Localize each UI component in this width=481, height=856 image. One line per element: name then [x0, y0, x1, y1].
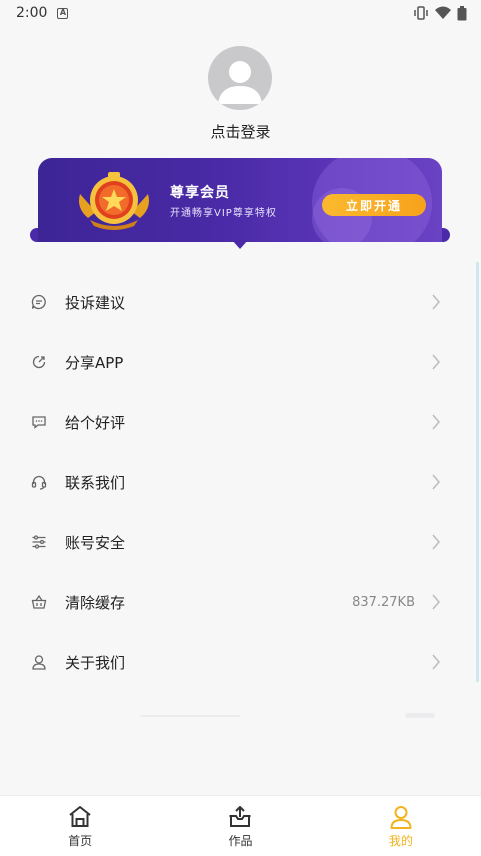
chevron-right-icon — [432, 474, 440, 490]
chevron-right-icon — [432, 294, 440, 310]
nav-label: 作品 — [228, 834, 253, 848]
menu-item-label: 关于我们 — [65, 653, 126, 672]
faded-content-strip — [140, 713, 435, 718]
cache-size-value: 837.27KB — [352, 594, 415, 610]
wifi-icon — [435, 6, 451, 19]
share-icon — [30, 353, 48, 371]
user-icon — [390, 806, 412, 829]
avatar[interactable] — [208, 46, 272, 110]
chevron-right-icon — [432, 654, 440, 670]
upload-box-icon — [229, 806, 251, 827]
chat-icon — [30, 293, 48, 311]
menu-list: 投诉建议 分享APP 给个好评 联系我们 账号安全 清除缓存 837.27KB … — [0, 272, 475, 692]
chevron-right-icon — [432, 354, 440, 370]
menu-item-label: 投诉建议 — [65, 293, 126, 312]
nav-item-works[interactable]: 作品 — [160, 796, 320, 856]
sliders-icon — [30, 533, 48, 551]
comment-icon — [30, 413, 48, 431]
bottom-nav: 首页 作品 我的 — [0, 795, 481, 856]
default-avatar-icon — [218, 61, 262, 104]
status-time: 2:00 — [16, 5, 48, 21]
basket-icon — [30, 593, 48, 611]
menu-item-label: 分享APP — [65, 353, 124, 372]
login-link[interactable]: 点击登录 — [0, 121, 481, 142]
user-icon — [30, 653, 48, 671]
menu-item-label: 联系我们 — [65, 473, 126, 492]
vip-subtitle: 开通畅享VIP尊享特权 — [170, 208, 277, 219]
a-icon: A — [57, 7, 69, 19]
nav-label: 首页 — [68, 834, 93, 848]
nav-label: 我的 — [388, 834, 413, 848]
menu-item-label: 账号安全 — [65, 533, 126, 552]
menu-item-clear-cache[interactable]: 清除缓存 837.27KB — [0, 572, 475, 632]
nav-item-mine[interactable]: 我的 — [321, 796, 481, 856]
vip-title: 尊享会员 — [170, 185, 230, 201]
menu-item-account-security[interactable]: 账号安全 — [0, 512, 475, 572]
menu-item-about[interactable]: 关于我们 — [0, 632, 475, 692]
home-icon — [69, 806, 91, 827]
vip-banner[interactable]: 尊享会员 开通畅享VIP尊享特权 立即开通 — [30, 158, 450, 252]
open-vip-button[interactable]: 立即开通 — [322, 194, 426, 216]
status-bar: 2:00 A — [0, 0, 481, 26]
chevron-right-icon — [432, 534, 440, 550]
menu-item-label: 清除缓存 — [65, 593, 126, 612]
menu-item-contact[interactable]: 联系我们 — [0, 452, 475, 512]
vip-crown-badge-icon — [79, 172, 149, 230]
menu-item-rate[interactable]: 给个好评 — [0, 392, 475, 452]
menu-item-feedback[interactable]: 投诉建议 — [0, 272, 475, 332]
menu-item-share-app[interactable]: 分享APP — [0, 332, 475, 392]
battery-icon — [457, 5, 467, 20]
menu-item-label: 给个好评 — [65, 413, 126, 432]
scroll-indicator — [476, 262, 479, 682]
chevron-right-icon — [432, 414, 440, 430]
vibrate-icon — [414, 6, 428, 20]
nav-item-home[interactable]: 首页 — [0, 796, 160, 856]
headset-icon — [30, 473, 48, 491]
chevron-right-icon — [432, 594, 440, 610]
